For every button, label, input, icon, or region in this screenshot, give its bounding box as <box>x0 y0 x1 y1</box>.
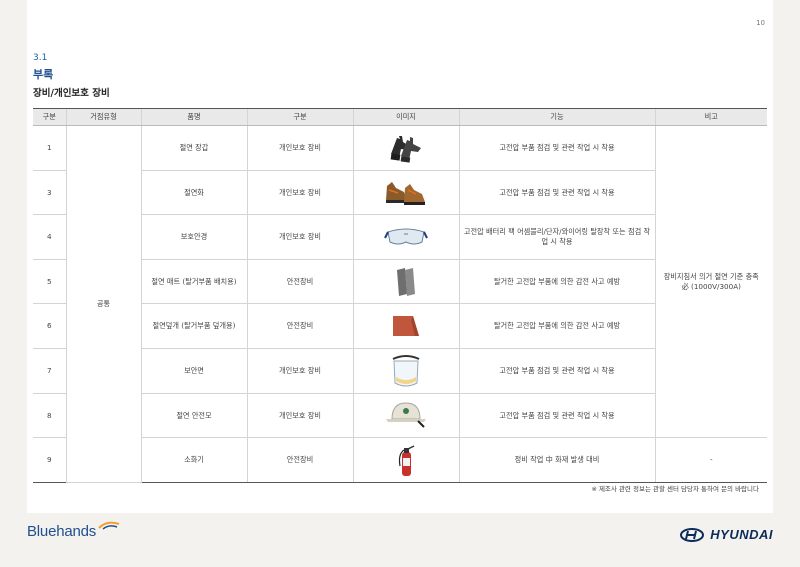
row-item-name: 보호안경 <box>140 214 247 260</box>
hyundai-wordmark: HYUNDAI <box>710 527 773 542</box>
row-image <box>352 437 459 483</box>
row-item-name: 절연 안전모 <box>140 393 247 439</box>
site-type-cell: 공통 <box>65 125 141 483</box>
header-category: 구분 <box>246 108 353 126</box>
row-function: 탈거한 고전압 부품에 의한 감전 사고 예방 <box>458 259 655 305</box>
row-no: 8 <box>33 393 66 439</box>
row-image <box>352 214 459 260</box>
row-no: 5 <box>33 259 66 305</box>
section-title: 부록 <box>33 68 54 81</box>
section-number: 3.1 <box>33 53 48 63</box>
bluehands-logo: Bluehands <box>27 521 120 540</box>
row-item-name: 소화기 <box>140 437 247 483</box>
bluehands-swoosh-icon <box>98 521 120 530</box>
row-no: 6 <box>33 303 66 349</box>
insulated-gloves-icon <box>390 135 421 163</box>
row-category: 개인보호 장비 <box>246 170 353 216</box>
row-image <box>352 303 459 349</box>
safety-goggles-icon <box>384 228 428 245</box>
header-function: 기능 <box>458 108 655 126</box>
header-item-name: 품명 <box>140 108 247 126</box>
page-number: 10 <box>756 19 765 27</box>
row-image <box>352 259 459 305</box>
row-function: 고전압 배터리 팩 어셈블리/단자/와이어링 탈장착 또는 점검 작업 시 착용 <box>458 214 655 260</box>
row-item-name: 보안면 <box>140 348 247 394</box>
row-image <box>352 170 459 216</box>
header-remark: 비고 <box>654 108 767 126</box>
table-row: 9 소화기 안전장비 정비 작업 中 화재 발생 대비 - <box>33 437 767 483</box>
remark-last-cell: - <box>654 437 767 483</box>
row-item-name: 절연덮개 (탈거부품 덮개용) <box>140 303 247 349</box>
header-site-type: 거점유형 <box>65 108 141 126</box>
table-header-row: 구분 거점유형 품명 구분 이미지 기능 비고 <box>33 108 767 126</box>
row-image <box>352 393 459 439</box>
row-item-name: 절연 장갑 <box>140 125 247 171</box>
row-category: 개인보호 장비 <box>246 348 353 394</box>
face-shield-icon <box>392 354 420 387</box>
footnote: ※ 제조사 관련 정보는 관할 센터 담당자 통하여 문의 바랍니다 <box>591 485 759 493</box>
row-category: 안전장비 <box>246 259 353 305</box>
row-category: 개인보호 장비 <box>246 125 353 171</box>
row-function: 정비 작업 中 화재 발생 대비 <box>458 437 655 483</box>
row-image <box>352 125 459 171</box>
row-category: 안전장비 <box>246 437 353 483</box>
fire-extinguisher-icon <box>398 445 415 476</box>
hyundai-emblem-icon <box>680 527 705 542</box>
row-no: 4 <box>33 214 66 260</box>
row-function: 고전압 부품 점검 및 관련 작업 시 착용 <box>458 125 655 171</box>
safety-helmet-icon <box>386 402 426 429</box>
row-category: 개인보호 장비 <box>246 393 353 439</box>
row-no: 9 <box>33 437 66 483</box>
row-no: 1 <box>33 125 66 171</box>
hyundai-logo: HYUNDAI <box>680 527 773 542</box>
remark-cell: 장비지침서 의거 절연 기준 충족 必 (1000V/300A) <box>654 125 767 439</box>
row-item-name: 절연화 <box>140 170 247 216</box>
table-subtitle: 장비/개인보호 장비 <box>33 88 110 99</box>
insulated-shoes-icon <box>386 182 425 206</box>
row-function: 고전압 부품 점검 및 관련 작업 시 착용 <box>458 393 655 439</box>
row-function: 탈거한 고전압 부품에 의한 감전 사고 예방 <box>458 303 655 349</box>
row-image <box>352 348 459 394</box>
row-item-name: 절연 매트 (탈거부품 배치용) <box>140 259 247 305</box>
bluehands-wordmark: Bluehands <box>27 523 97 540</box>
insulation-mat-icon <box>397 267 415 296</box>
row-category: 개인보호 장비 <box>246 214 353 260</box>
table-row: 1 공통 절연 장갑 개인보호 장비 고전압 부품 점검 및 관련 작업 시 착… <box>33 125 767 483</box>
equipment-table: 구분 거점유형 품명 구분 이미지 기능 비고 1 공통 절연 장갑 개인보호 … <box>33 108 767 483</box>
document-page: 10 3.1 부록 장비/개인보호 장비 구분 거점유형 품명 구분 이미지 기… <box>27 0 773 513</box>
row-no: 7 <box>33 348 66 394</box>
row-function: 고전압 부품 점검 및 관련 작업 시 착용 <box>458 170 655 216</box>
row-function: 고전압 부품 점검 및 관련 작업 시 착용 <box>458 348 655 394</box>
header-image: 이미지 <box>352 108 459 126</box>
row-no: 3 <box>33 170 66 216</box>
header-no: 구분 <box>33 108 66 126</box>
row-category: 안전장비 <box>246 303 353 349</box>
insulation-cover-icon <box>393 316 419 337</box>
